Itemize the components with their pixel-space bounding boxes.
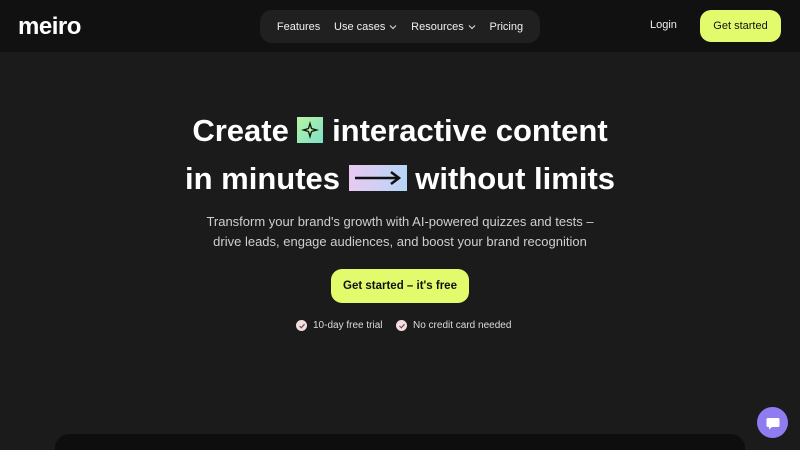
- perk-label: No credit card needed: [413, 320, 512, 331]
- sparkle-icon: [297, 116, 324, 143]
- hero-title-line-1: Create interactive content: [0, 113, 800, 149]
- chat-icon[interactable]: [757, 407, 788, 438]
- main-nav: Features Use cases Resources Pricing: [260, 10, 540, 43]
- nav-item-resources[interactable]: Resources: [411, 21, 476, 33]
- hero-subtitle-line-2: drive leads, engage audiences, and boost…: [213, 234, 587, 249]
- nav-item-label: Features: [276, 20, 321, 33]
- hero-title-text: in minutes: [184, 161, 340, 196]
- get-started-button[interactable]: Get started: [700, 10, 781, 42]
- check-circle-icon: [296, 320, 307, 331]
- get-started-free-button[interactable]: Get started – it's free: [331, 269, 469, 303]
- nav-item-use-cases[interactable]: Use cases: [334, 21, 397, 33]
- nav-item-label: Resources: [411, 20, 464, 33]
- perk-no-credit-card: No credit card needed: [396, 320, 511, 331]
- login-link[interactable]: Login: [650, 19, 677, 31]
- nav-item-label: Pricing: [489, 20, 524, 33]
- hero-title-line-2: in minutes without limits: [0, 161, 800, 197]
- chevron-down-icon: [389, 24, 397, 29]
- arrow-right-icon: [348, 164, 407, 191]
- hero-title-text: without limits: [415, 161, 616, 196]
- chat-bubble-icon: [766, 417, 779, 429]
- meiro-logo[interactable]: meiro: [18, 13, 81, 41]
- hero-subtitle-line-1: Transform your brand's growth with AI-po…: [206, 214, 594, 229]
- hero-title-text: interactive content: [332, 113, 608, 148]
- nav-item-pricing[interactable]: Pricing: [489, 21, 523, 33]
- hero-title-text: Create: [192, 113, 289, 148]
- perk-free-trial: 10-day free trial: [296, 320, 382, 331]
- check-circle-icon: [396, 320, 407, 331]
- nav-item-label: Use cases: [334, 20, 386, 33]
- landing-page: meiro Features Use cases Resources Prici…: [0, 0, 800, 450]
- preview-card: [55, 434, 745, 450]
- site-header: meiro Features Use cases Resources Prici…: [0, 0, 800, 52]
- chevron-down-icon: [468, 24, 476, 29]
- nav-item-features[interactable]: Features: [277, 21, 320, 33]
- perk-label: 10-day free trial: [313, 320, 383, 331]
